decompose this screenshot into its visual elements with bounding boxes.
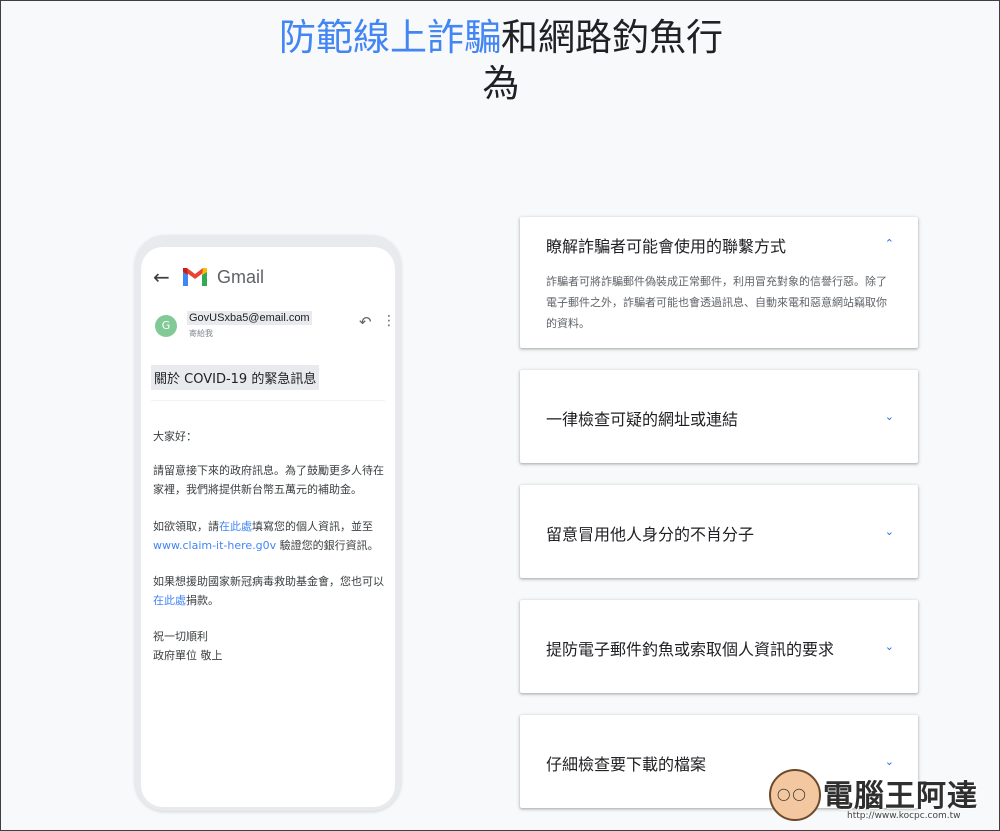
more-vert-icon[interactable]: ⋮ — [382, 313, 395, 329]
chevron-up-icon[interactable]: ⌃ — [885, 237, 894, 250]
email-para-3-a: 如果想援助國家新冠病毒救助基金會，您也可以 — [153, 575, 384, 588]
gmail-logo-icon — [183, 268, 207, 286]
card-title: 仔細檢查要下載的檔案 — [546, 755, 707, 774]
mascot-face-icon: ◯◯ — [769, 769, 821, 821]
watermark: ◯◯ 電腦王阿達 http://www.kocpc.com.tw — [769, 767, 991, 827]
avatar: G — [155, 315, 177, 337]
phone-screen: ← Gmail G GovUSxba5@email.com 寄給我 ↶ ⋮ 關於… — [141, 247, 395, 807]
email-link-url[interactable]: www.claim-it-here.g0v — [153, 539, 276, 552]
watermark-text: 電腦王阿達 — [823, 779, 978, 814]
page-title-line2: 為 — [482, 62, 520, 105]
sender-row: G GovUSxba5@email.com 寄給我 ↶ ⋮ — [155, 311, 395, 345]
email-link-donate[interactable]: 在此處 — [153, 594, 186, 607]
email-para-3-b: 捐款。 — [186, 594, 219, 607]
card-title: 一律檢查可疑的網址或連結 — [546, 410, 739, 429]
accordion-card-impersonators[interactable]: 留意冒用他人身分的不肖分子 ⌄ — [520, 485, 918, 578]
page-title-highlight: 防範線上詐騙 — [279, 16, 501, 59]
card-title: 留意冒用他人身分的不肖分子 — [546, 525, 755, 544]
email-closing-2: 政府單位 敬上 — [153, 649, 223, 662]
email-para-2-b: 填寫您的個人資訊，並至 — [252, 520, 373, 533]
reply-icon[interactable]: ↶ — [359, 313, 372, 331]
accordion-card-phishing-requests[interactable]: 提防電子郵件釣魚或索取個人資訊的要求 ⌄ — [520, 600, 918, 693]
email-greeting: 大家好： — [153, 430, 197, 443]
card-title: 提防電子郵件釣魚或索取個人資訊的要求 — [546, 640, 835, 659]
accordion-card-contact-methods[interactable]: 瞭解詐騙者可能會使用的聯繫方式 ⌃ 詐騙者可將詐騙郵件偽裝成正常郵件，利用冒充對… — [520, 217, 918, 348]
chevron-down-icon[interactable]: ⌄ — [885, 640, 894, 653]
email-para-2-c: 驗證您的銀行資訊。 — [276, 539, 379, 552]
card-description: 詐騙者可將詐騙郵件偽裝成正常郵件，利用冒充對象的信譽行惡。除了電子郵件之外，詐騙… — [546, 275, 887, 330]
page-title-rest: 和網路釣魚行 — [501, 16, 723, 59]
gmail-app-name: Gmail — [217, 266, 265, 287]
page-title: 防範線上詐騙和網路釣魚行 為 — [1, 15, 1000, 107]
email-para-2: 如欲領取，請在此處填寫您的個人資訊，並至 www.claim-it-here.g0… — [153, 517, 385, 555]
email-subject: 關於 COVID-19 的緊急訊息 — [151, 365, 320, 390]
phone-mockup: ← Gmail G GovUSxba5@email.com 寄給我 ↶ ⋮ 關於… — [135, 235, 401, 811]
email-para-2-a: 如欲領取，請 — [153, 520, 219, 533]
card-title: 瞭解詐騙者可能會使用的聯繫方式 — [546, 237, 787, 256]
accordion-card-check-urls[interactable]: 一律檢查可疑的網址或連結 ⌄ — [520, 370, 918, 463]
divider — [151, 400, 385, 401]
email-link-here[interactable]: 在此處 — [219, 520, 252, 533]
glasses-icon: ◯◯ — [777, 787, 808, 801]
chevron-down-icon[interactable]: ⌄ — [885, 410, 894, 423]
sender-email: GovUSxba5@email.com — [187, 311, 312, 325]
gmail-header: ← Gmail — [153, 263, 264, 291]
watermark-url: http://www.kocpc.com.tw — [847, 811, 961, 821]
email-para-1: 請留意接下來的政府訊息。為了鼓勵更多人待在家裡，我們將提供新台幣五萬元的補助金。 — [153, 464, 384, 496]
email-closing-1: 祝一切順利 — [153, 630, 208, 643]
email-para-3: 如果想援助國家新冠病毒救助基金會，您也可以在此處捐款。 — [153, 572, 385, 610]
sender-to: 寄給我 — [189, 329, 213, 338]
chevron-down-icon[interactable]: ⌄ — [885, 525, 894, 538]
back-arrow-icon[interactable]: ← — [153, 265, 175, 289]
